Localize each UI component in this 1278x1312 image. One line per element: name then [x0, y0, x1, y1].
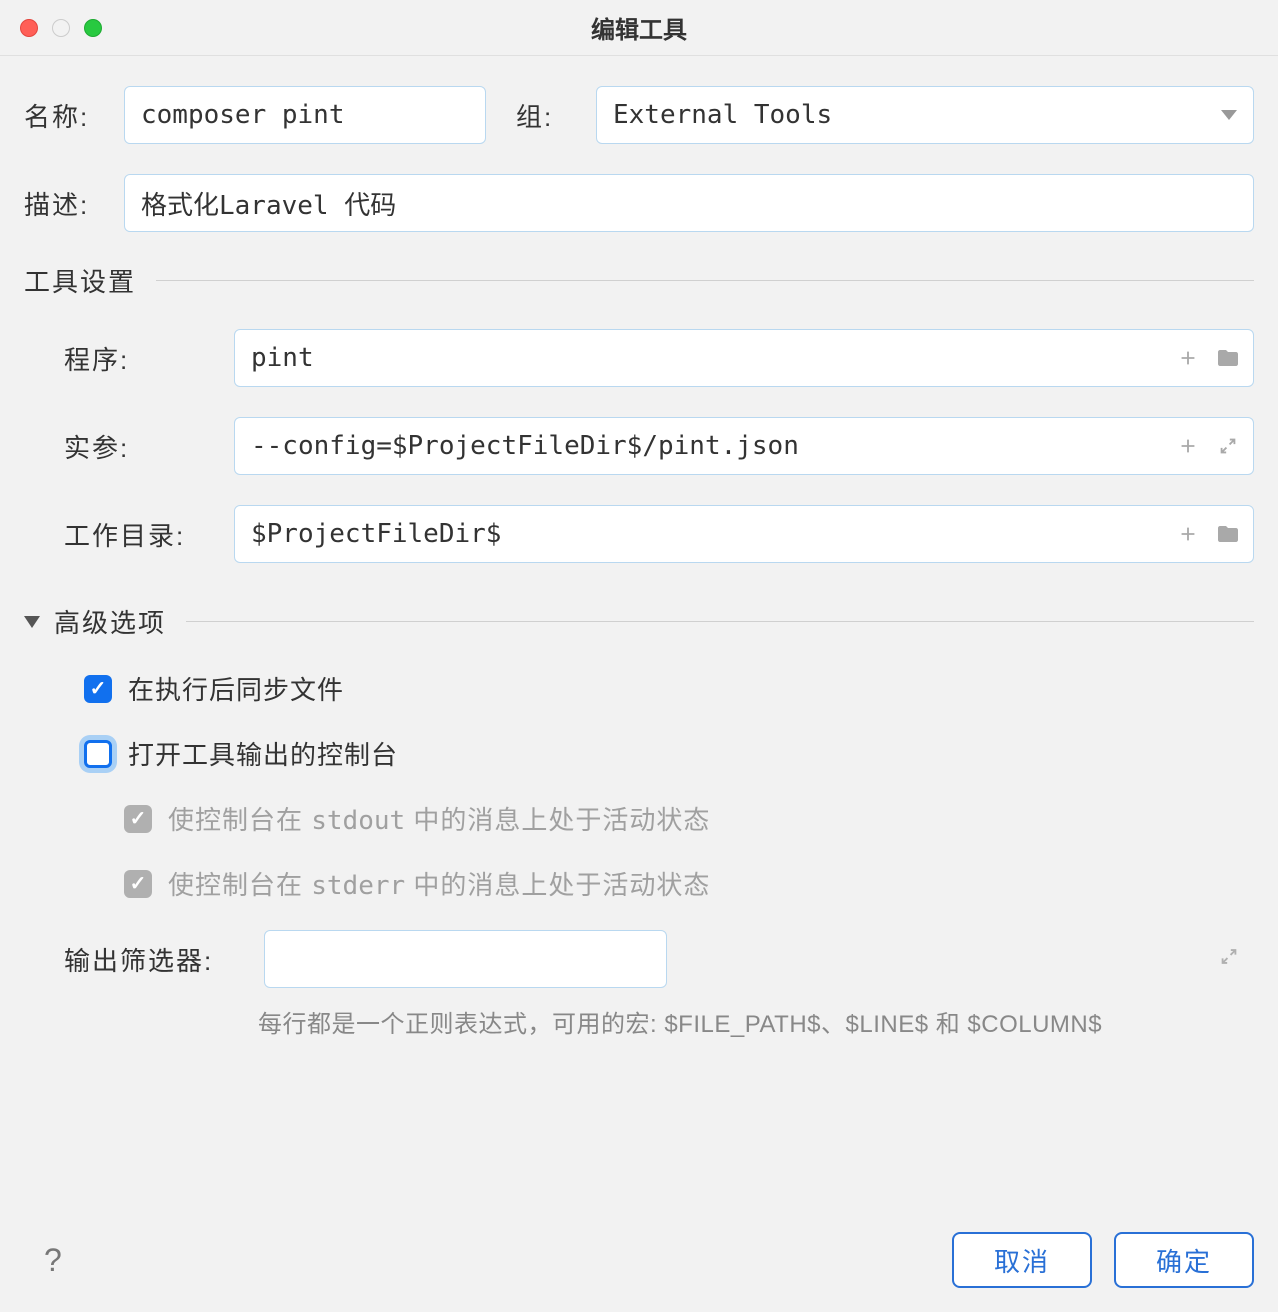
advanced-title: 高级选项	[54, 603, 166, 640]
tool-settings-title: 工具设置	[24, 262, 136, 299]
cancel-button[interactable]: 取消	[952, 1232, 1092, 1288]
check-icon: ✓	[130, 871, 147, 896]
check-icon: ✓	[90, 676, 107, 701]
titlebar: 编辑工具	[0, 0, 1278, 56]
check-icon: ✓	[130, 806, 147, 831]
browse-folder-icon[interactable]	[1214, 344, 1242, 372]
help-button[interactable]: ?	[24, 1242, 82, 1279]
window-title: 编辑工具	[591, 10, 687, 45]
tool-settings-header: 工具设置	[24, 262, 1254, 299]
output-filter-input[interactable]	[264, 930, 667, 988]
ok-button[interactable]: 确定	[1114, 1232, 1254, 1288]
chevron-down-icon	[1221, 110, 1237, 120]
program-input[interactable]	[234, 329, 1254, 387]
stderr-active-checkbox: ✓	[124, 870, 152, 898]
browse-folder-icon[interactable]	[1214, 520, 1242, 548]
minimize-window-button[interactable]	[52, 19, 70, 37]
description-label: 描述:	[24, 185, 124, 222]
workdir-label: 工作目录:	[64, 516, 234, 553]
program-label: 程序:	[64, 340, 234, 377]
traffic-lights	[20, 19, 102, 37]
sync-files-checkbox[interactable]: ✓	[84, 675, 112, 703]
workdir-input[interactable]	[234, 505, 1254, 563]
group-select[interactable]: External Tools	[596, 86, 1254, 144]
divider	[156, 280, 1254, 281]
insert-macro-icon[interactable]	[1174, 520, 1202, 548]
advanced-header[interactable]: 高级选项	[24, 603, 1254, 640]
stdout-active-checkbox: ✓	[124, 805, 152, 833]
disclosure-triangle-icon	[24, 616, 40, 628]
group-label: 组:	[516, 97, 596, 134]
stderr-active-label: 使控制台在 stderr 中的消息上处于活动状态	[168, 865, 710, 902]
divider	[186, 621, 1254, 622]
description-input[interactable]	[124, 174, 1254, 232]
arguments-label: 实参:	[64, 428, 234, 465]
name-label: 名称:	[24, 97, 124, 134]
insert-macro-icon[interactable]	[1174, 432, 1202, 460]
open-console-checkbox[interactable]	[84, 740, 112, 768]
maximize-window-button[interactable]	[84, 19, 102, 37]
open-console-label: 打开工具输出的控制台	[128, 735, 398, 772]
insert-macro-icon[interactable]	[1174, 344, 1202, 372]
output-filter-label: 输出筛选器:	[64, 941, 264, 978]
expand-icon[interactable]	[1214, 432, 1242, 460]
expand-icon[interactable]	[1218, 946, 1240, 973]
arguments-input[interactable]	[234, 417, 1254, 475]
stdout-active-label: 使控制台在 stdout 中的消息上处于活动状态	[168, 800, 710, 837]
sync-files-label: 在执行后同步文件	[128, 670, 344, 707]
close-window-button[interactable]	[20, 19, 38, 37]
output-filter-hint: 每行都是一个正则表达式，可用的宏: $FILE_PATH$、$LINE$ 和 $…	[24, 1004, 1254, 1039]
name-input[interactable]	[124, 86, 486, 144]
group-select-value: External Tools	[613, 100, 832, 130]
